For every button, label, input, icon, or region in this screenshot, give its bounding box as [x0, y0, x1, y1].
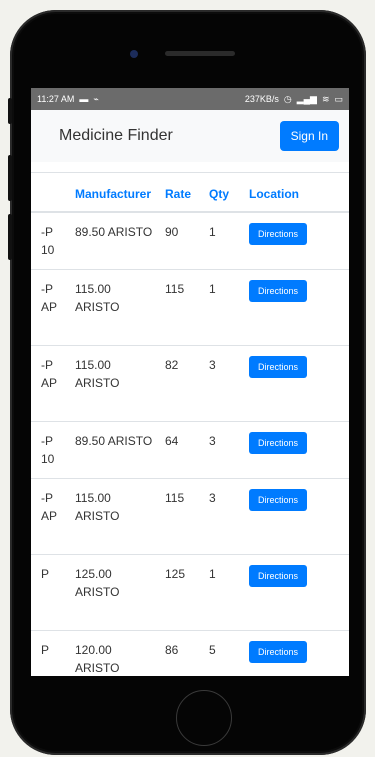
signal-icon: ▂▄▆ [296, 93, 317, 104]
status-time: 11:27 AM [37, 94, 75, 104]
earpiece-speaker [165, 51, 235, 56]
cell-rate: 90 [161, 211, 205, 270]
results-table: Manufacturer Rate Qty Location P- 10 89.5… [31, 172, 349, 676]
header-qty: Qty [205, 172, 245, 213]
cell-rate: 115 [161, 478, 205, 555]
cell-rate: 82 [161, 345, 205, 422]
cell-name: P- 10 [31, 211, 71, 270]
phone-screen: 11:27 AM ▬ ⌁ 237KB/s ◷ ▂▄▆ ≋ ▭ Medicine … [31, 88, 349, 676]
cell-manufacturer: 89.50 ARISTO [71, 211, 161, 270]
home-button[interactable] [176, 690, 232, 746]
notification-icon: ⌁ [93, 93, 99, 104]
cell-manufacturer: 125.00 ARISTO [71, 554, 161, 631]
alarm-icon: ◷ [283, 93, 292, 104]
cell-location: Directions [245, 421, 349, 479]
cell-name: P- AP [31, 345, 71, 422]
cell-rate: 115 [161, 269, 205, 346]
status-bar: 11:27 AM ▬ ⌁ 237KB/s ◷ ▂▄▆ ≋ ▭ [31, 88, 349, 110]
volume-down-button [8, 214, 12, 260]
wifi-icon: ≋ [321, 93, 330, 104]
battery-icon: ▭ [334, 93, 343, 104]
directions-button[interactable]: Directions [249, 432, 308, 454]
directions-button[interactable]: Directions [249, 565, 308, 587]
cell-qty: 1 [205, 269, 245, 346]
navbar-brand[interactable]: Medicine Finder [59, 127, 173, 145]
results-table-container[interactable]: Manufacturer Rate Qty Location P- 10 89.5… [31, 172, 349, 676]
cell-qty: 1 [205, 554, 245, 631]
cell-qty: 5 [205, 630, 245, 676]
table-row: P- AP 115.00 ARISTO 82 3 Directions [31, 345, 349, 422]
volume-up-button [8, 155, 12, 201]
table-row: P- 10 89.50 ARISTO 90 1 Directions [31, 211, 349, 270]
sign-in-button[interactable]: Sign In [279, 121, 339, 151]
header-manufacturer: Manufacturer [71, 172, 161, 213]
header-name [31, 172, 71, 213]
header-rate: Rate [161, 172, 205, 213]
network-speed: 237KB/s [244, 94, 279, 104]
header-location: Location [245, 172, 349, 213]
cell-location: Directions [245, 211, 349, 270]
cell-qty: 3 [205, 478, 245, 555]
cell-name: P [31, 554, 71, 631]
cell-manufacturer: 120.00 ARISTO [71, 630, 161, 676]
table-header-row: Manufacturer Rate Qty Location [31, 172, 349, 213]
table-row: P- AP 115.00 ARISTO 115 3 Directions [31, 478, 349, 555]
cell-manufacturer: 115.00 ARISTO [71, 345, 161, 422]
cell-name: P- AP [31, 269, 71, 346]
table-row: P 120.00 ARISTO 86 5 Directions [31, 630, 349, 676]
table-row: P- AP 115.00 ARISTO 115 1 Directions [31, 269, 349, 346]
message-icon: ▬ [79, 93, 89, 104]
front-camera [130, 50, 138, 58]
directions-button[interactable]: Directions [249, 223, 308, 245]
cell-location: Directions [245, 554, 349, 631]
cell-manufacturer: 89.50 ARISTO [71, 421, 161, 479]
cell-name: P- 10 [31, 421, 71, 479]
cell-manufacturer: 115.00 ARISTO [71, 478, 161, 555]
directions-button[interactable]: Directions [249, 641, 308, 663]
cell-location: Directions [245, 478, 349, 555]
cell-name: P- AP [31, 478, 71, 555]
mute-switch [8, 98, 12, 124]
cell-qty: 3 [205, 345, 245, 422]
cell-location: Directions [245, 269, 349, 346]
cell-location: Directions [245, 630, 349, 676]
cell-name: P [31, 630, 71, 676]
directions-button[interactable]: Directions [249, 356, 308, 378]
cell-manufacturer: 115.00 ARISTO [71, 269, 161, 346]
cell-location: Directions [245, 345, 349, 422]
cell-qty: 1 [205, 211, 245, 270]
directions-button[interactable]: Directions [249, 280, 308, 302]
cell-rate: 86 [161, 630, 205, 676]
directions-button[interactable]: Directions [249, 489, 308, 511]
table-row: P 125.00 ARISTO 125 1 Directions [31, 554, 349, 631]
navbar: Medicine Finder Sign In [31, 110, 349, 162]
cell-rate: 125 [161, 554, 205, 631]
cell-rate: 64 [161, 421, 205, 479]
cell-qty: 3 [205, 421, 245, 479]
table-row: P- 10 89.50 ARISTO 64 3 Directions [31, 421, 349, 479]
